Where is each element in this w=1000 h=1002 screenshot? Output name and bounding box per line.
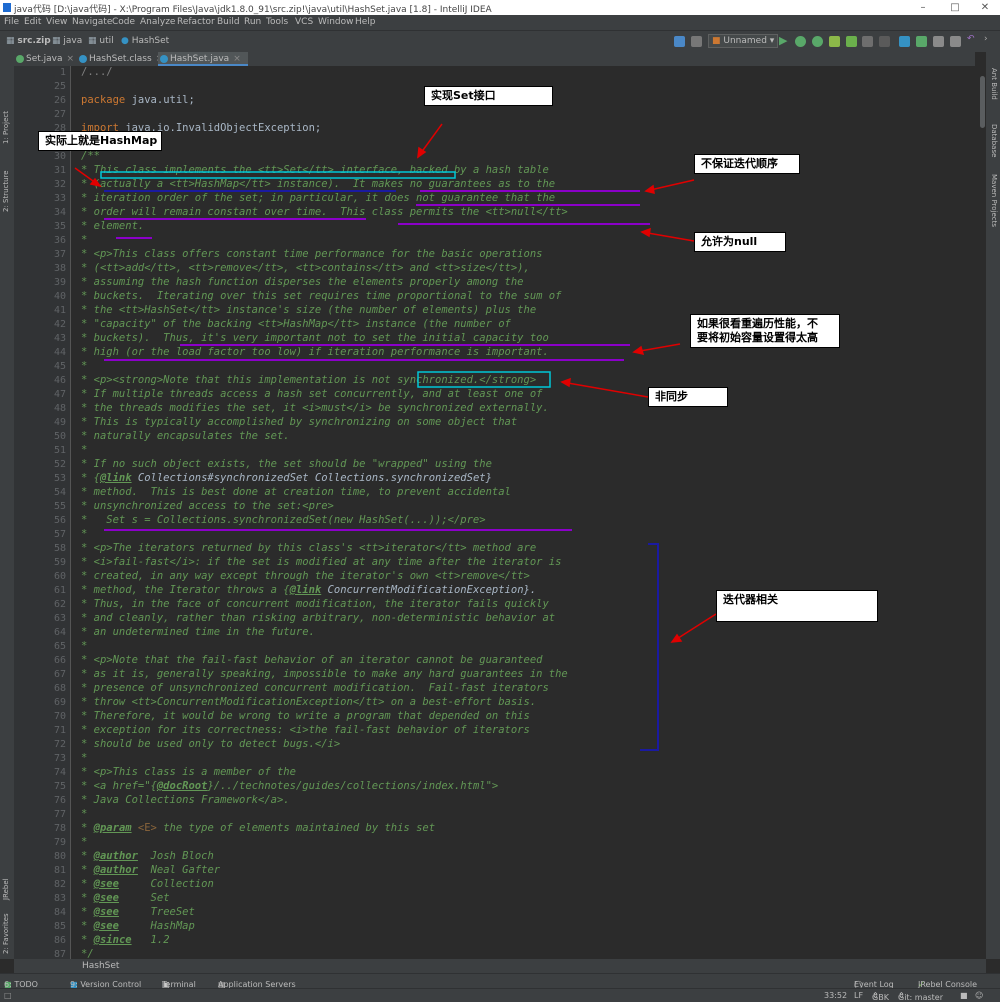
breadcrumb-class-hashset[interactable]: HashSet xyxy=(82,961,119,971)
not-synchronized-box xyxy=(417,371,551,388)
tool-window-bar: ■ 6: TODO ■ 9: Version Control ▣ Termina… xyxy=(0,973,1000,989)
lock-icon[interactable]: ■ xyxy=(960,991,968,1000)
status-toggle-icon[interactable]: □ xyxy=(4,991,12,1000)
inspector-icon[interactable]: ☺ xyxy=(975,991,983,1000)
file-encoding[interactable]: GBK ⇕ xyxy=(872,991,889,1002)
annotation-set-interface: 实现Set接口 xyxy=(424,86,553,106)
annotation-hashmap: 实际上就是HashMap xyxy=(38,131,162,151)
git-branch[interactable]: Git: master ⇕ xyxy=(898,991,943,1002)
annotation-no-order: 不保证迭代顺序 xyxy=(694,154,800,174)
annotation-iterator: 迭代器相关 xyxy=(716,590,878,622)
annotation-arrows xyxy=(74,123,717,643)
line-separator[interactable]: LF xyxy=(854,991,863,1000)
iterator-bracket xyxy=(640,543,659,751)
set-interface-box xyxy=(100,171,456,179)
annotation-allow-null: 允许为null xyxy=(694,232,786,252)
caret-position[interactable]: 33:52 xyxy=(824,991,847,1000)
status-bar: □ 33:52 LF GBK ⇕ Git: master ⇕ ■ ☺ xyxy=(0,988,1000,1002)
annotation-capacity: 如果很看重遍历性能，不 要将初始容量设置得太高 xyxy=(690,314,840,348)
structure-breadcrumb: HashSet xyxy=(14,959,986,973)
annotation-not-sync: 非同步 xyxy=(648,387,728,407)
